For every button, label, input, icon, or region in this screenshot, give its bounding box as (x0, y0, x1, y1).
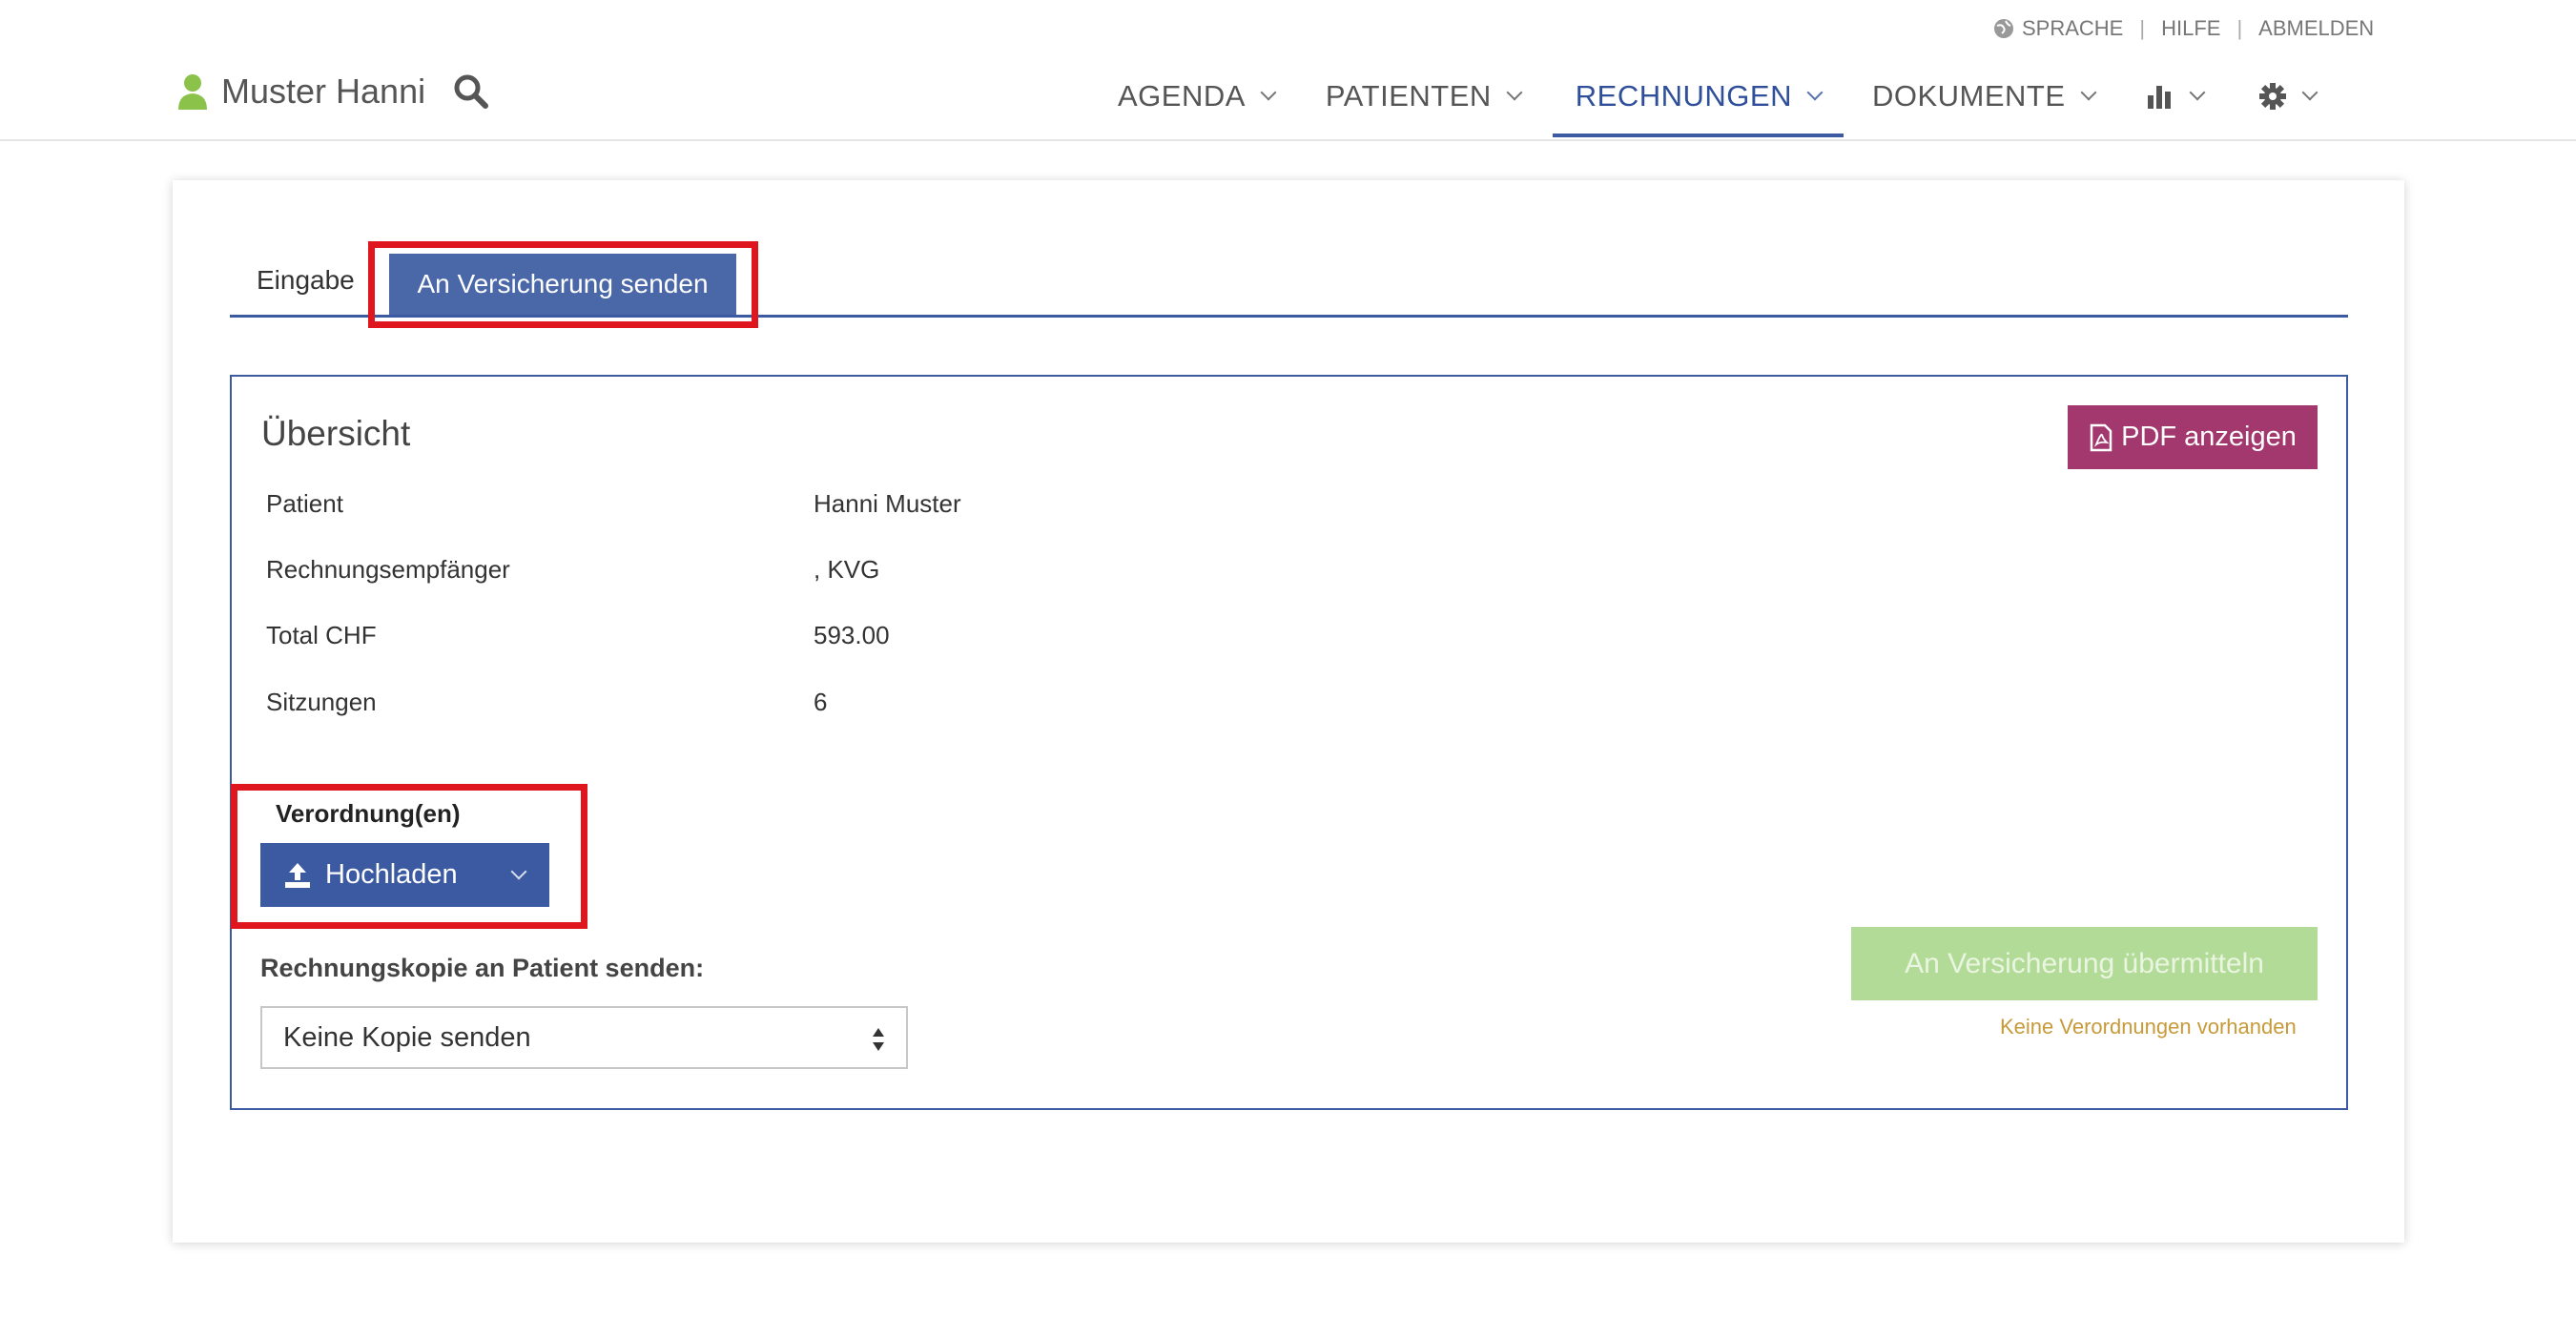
nav-dokumente[interactable]: DOKUMENTE (1849, 59, 2117, 137)
separator: | (2139, 16, 2146, 40)
search-icon[interactable] (452, 72, 490, 111)
copy-select[interactable]: Keine Kopie senden (260, 1006, 908, 1069)
tab-eingabe[interactable]: Eingabe (257, 265, 355, 296)
gear-icon (2258, 83, 2286, 110)
nav-rechnungen[interactable]: RECHNUNGEN (1552, 59, 1844, 137)
pdf-button-label: PDF anzeigen (2121, 422, 2297, 452)
nav-label: AGENDA (1118, 79, 1246, 113)
user-name: Muster Hanni (221, 72, 426, 111)
chevron-down-icon (510, 863, 527, 879)
row-label-sessions: Sitzungen (266, 688, 377, 716)
chevron-down-icon (1806, 84, 1824, 101)
prescriptions-label: Verordnung(en) (276, 799, 461, 828)
row-value-sessions: 6 (814, 688, 828, 716)
nav-label: PATIENTEN (1325, 79, 1492, 113)
row-value-patient: Hanni Muster (814, 489, 961, 518)
row-label-recipient: Rechnungsempfänger (266, 555, 510, 584)
pdf-file-icon (2090, 423, 2112, 451)
top-links: SPRACHE | HILFE | ABMELDEN (1993, 13, 2374, 44)
row-label-patient: Patient (266, 489, 343, 518)
nav-agenda[interactable]: AGENDA (1095, 59, 1297, 137)
nav-label: RECHNUNGEN (1575, 79, 1792, 113)
no-prescriptions-warning: Keine Verordnungen vorhanden (2000, 1015, 2297, 1039)
globe-icon (1994, 19, 2013, 38)
copy-label: Rechnungskopie an Patient senden: (260, 954, 705, 982)
nav-settings[interactable] (2236, 59, 2339, 137)
an-versicherung-uebermitteln-button[interactable]: An Versicherung übermitteln (1851, 927, 2318, 1000)
sort-arrows-icon (873, 1028, 884, 1051)
overview-title: Übersicht (261, 414, 411, 453)
row-label-total: Total CHF (266, 621, 377, 649)
chevron-down-icon (2080, 84, 2097, 101)
bar-chart-icon (2147, 86, 2171, 109)
nav-label: DOKUMENTE (1871, 79, 2066, 113)
copy-select-value: Keine Kopie senden (283, 1021, 531, 1053)
main-nav: AGENDA PATIENTEN RECHNUNGEN DOKUMENTE (1095, 59, 2339, 141)
pdf-anzeigen-button[interactable]: PDF anzeigen (2068, 405, 2318, 469)
hochladen-button[interactable]: Hochladen (260, 843, 549, 907)
logout-link[interactable]: ABMELDEN (2258, 16, 2374, 41)
chevron-down-icon (1260, 84, 1277, 101)
separator: | (2236, 16, 2243, 40)
user-menu[interactable]: Muster Hanni (177, 65, 425, 118)
upload-button-label: Hochladen (325, 859, 458, 890)
chevron-down-icon (1506, 84, 1523, 101)
user-icon (178, 74, 207, 110)
help-link[interactable]: HILFE (2161, 16, 2220, 41)
highlight-box-tab (368, 241, 758, 328)
nav-statistics[interactable] (2123, 59, 2226, 137)
upload-icon (285, 862, 310, 888)
row-value-total: 593.00 (814, 621, 890, 649)
language-link[interactable]: SPRACHE (2022, 16, 2123, 41)
row-value-recipient: , KVG (814, 555, 880, 584)
nav-patienten[interactable]: PATIENTEN (1303, 59, 1543, 137)
chevron-down-icon (2301, 84, 2318, 101)
chevron-down-icon (2189, 84, 2206, 101)
